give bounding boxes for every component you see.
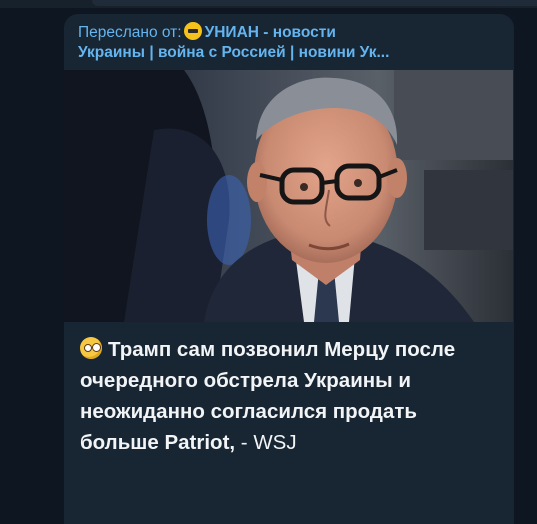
attribution-text: - WSJ [235,431,297,454]
forwarded-source-name[interactable]: УНИАН - новости [205,24,336,41]
message-photo[interactable] [64,70,513,322]
message-text: Трамп сам позвонил Мерцу после очередног… [80,334,500,458]
forwarded-source-name-cont[interactable]: Украины | война с Россией | новини Ук... [78,44,389,61]
forwarded-header[interactable]: Переслано от: УНИАН - новости Украины | в… [78,22,498,63]
chat-top-edge [0,0,537,8]
forwarded-prefix: Переслано от: [78,24,182,41]
source-avatar-icon[interactable] [183,22,202,40]
monocle-face-emoji-icon [80,337,102,359]
portrait-image [64,70,513,322]
